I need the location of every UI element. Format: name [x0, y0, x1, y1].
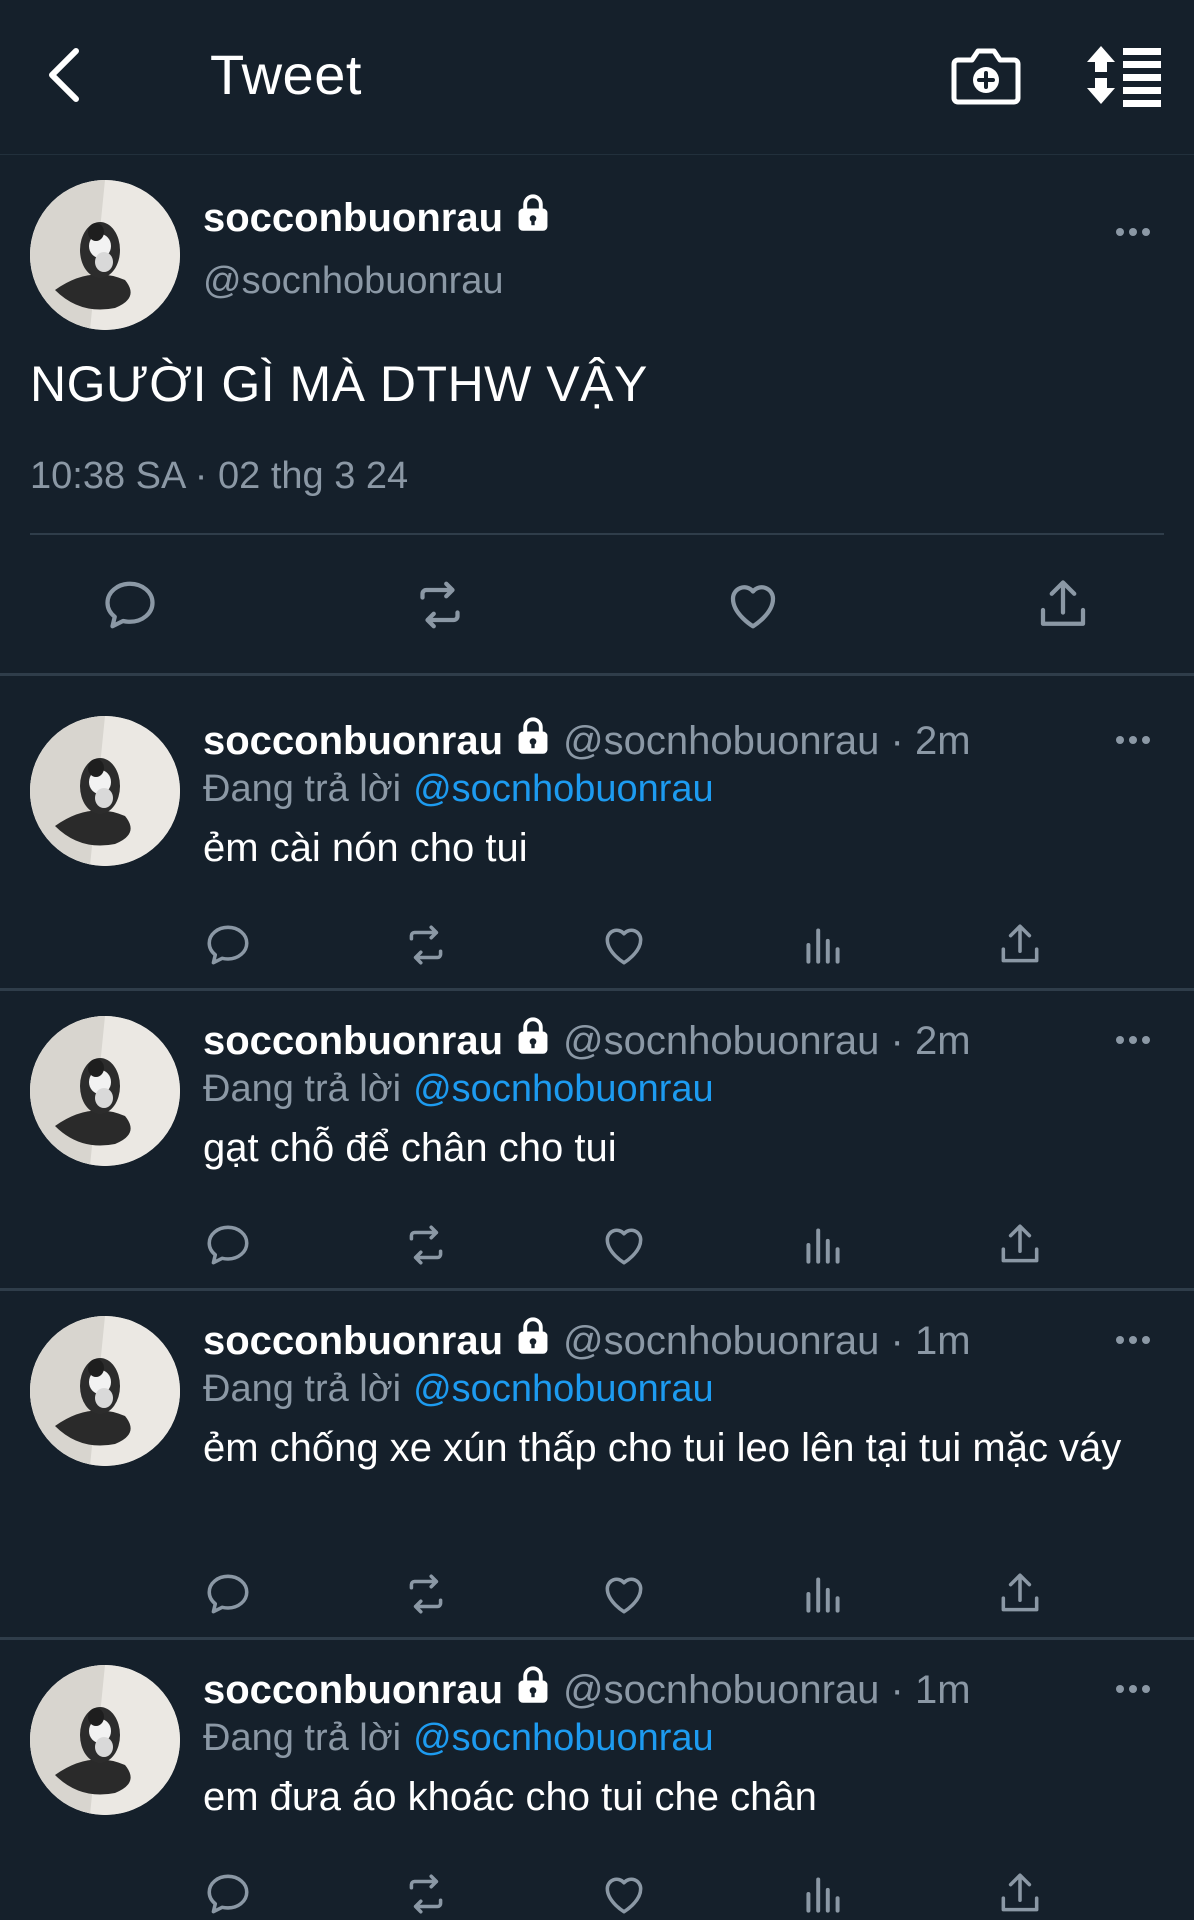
tweet-actions [0, 1869, 1194, 1920]
views-icon[interactable] [798, 1220, 848, 1270]
handle-time: @socnhobuonrau · 2m [563, 719, 971, 763]
like-icon[interactable] [599, 1569, 649, 1619]
lock-icon [513, 1316, 553, 1356]
tweet-actions [0, 920, 1194, 972]
reply-header: socconbuonrau @socnhobuonrau · 2m [203, 1016, 971, 1064]
retweet-icon[interactable] [401, 920, 451, 970]
page-title: Tweet [210, 43, 362, 106]
retweet-icon[interactable] [401, 1220, 451, 1270]
avatar[interactable] [30, 1665, 180, 1815]
reply-icon[interactable] [203, 1569, 253, 1619]
like-icon[interactable] [723, 575, 783, 635]
mention-link[interactable]: @socnhobuonrau [413, 1368, 714, 1410]
reply-header: socconbuonrau @socnhobuonrau · 1m [203, 1316, 971, 1364]
share-icon[interactable] [995, 1869, 1045, 1919]
tweet-author-name[interactable]: socconbuonrau [203, 193, 553, 241]
sort-icon[interactable] [1085, 42, 1165, 108]
replying-to-label: Đang trả lời [203, 768, 402, 810]
avatar[interactable] [30, 1016, 180, 1166]
avatar-image [30, 1316, 180, 1466]
handle-time: @socnhobuonrau · 1m [563, 1668, 971, 1712]
more-icon[interactable] [1113, 733, 1153, 747]
tweet-actions [0, 575, 1194, 645]
reply-text: gạt chỗ để chân cho tui [203, 1126, 617, 1170]
share-icon[interactable] [995, 1569, 1045, 1619]
reply-tweet[interactable]: socconbuonrau @socnhobuonrau · 2m Đang tr… [0, 976, 1194, 1288]
avatar-image [30, 1665, 180, 1815]
display-name[interactable]: socconbuonrau [203, 719, 503, 763]
views-icon[interactable] [798, 920, 848, 970]
display-name: socconbuonrau [203, 196, 504, 240]
avatar-image [30, 180, 180, 330]
reply-text: ẻm cài nón cho tui [203, 826, 528, 870]
lock-icon [513, 193, 553, 233]
reply-header: socconbuonrau @socnhobuonrau · 1m [203, 1665, 971, 1713]
reply-icon[interactable] [203, 1869, 253, 1919]
reply-icon[interactable] [203, 920, 253, 970]
views-icon[interactable] [798, 1569, 848, 1619]
retweet-icon[interactable] [410, 575, 470, 635]
tweet-actions [0, 1220, 1194, 1272]
avatar-image [30, 716, 180, 866]
avatar[interactable] [30, 180, 180, 330]
reply-text: ẻm chống xe xún thấp cho tui leo lên tại… [203, 1426, 1122, 1470]
lock-icon [513, 716, 553, 756]
retweet-icon[interactable] [401, 1869, 451, 1919]
share-icon[interactable] [1033, 575, 1093, 635]
replying-to: Đang trả lời @socnhobuonrau [203, 1068, 714, 1111]
handle-time: @socnhobuonrau · 2m [563, 1019, 971, 1063]
replying-to: Đang trả lời @socnhobuonrau [203, 1717, 714, 1760]
like-icon[interactable] [599, 920, 649, 970]
more-icon[interactable] [1113, 225, 1153, 239]
share-icon[interactable] [995, 1220, 1045, 1270]
like-icon[interactable] [599, 1220, 649, 1270]
avatar[interactable] [30, 716, 180, 866]
reply-text: em đưa áo khoác cho tui che chân [203, 1775, 817, 1819]
reply-icon[interactable] [203, 1220, 253, 1270]
mention-link[interactable]: @socnhobuonrau [413, 768, 714, 810]
reply-icon[interactable] [100, 575, 160, 635]
lock-icon [513, 1016, 553, 1056]
avatar[interactable] [30, 1316, 180, 1466]
tweet-actions [0, 1569, 1194, 1621]
divider [30, 533, 1164, 535]
replying-to: Đang trả lời @socnhobuonrau [203, 768, 714, 811]
reply-tweet[interactable]: socconbuonrau @socnhobuonrau · 1m Đang tr… [0, 1276, 1194, 1636]
camera-add-icon[interactable] [950, 42, 1022, 108]
chevron-left-icon[interactable] [40, 45, 90, 105]
main-tweet: socconbuonrau @socnhobuonrau NGƯỜI GÌ MÀ… [0, 155, 1194, 675]
reply-tweet[interactable]: socconbuonrau @socnhobuonrau · 2m Đang tr… [0, 676, 1194, 988]
display-name[interactable]: socconbuonrau [203, 1319, 503, 1363]
tweet-timestamp[interactable]: 10:38 SA · 02 thg 3 24 [30, 455, 408, 498]
more-icon[interactable] [1113, 1682, 1153, 1696]
reply-header: socconbuonrau @socnhobuonrau · 2m [203, 716, 971, 764]
top-bar: Tweet [0, 0, 1194, 155]
lock-icon [513, 1665, 553, 1705]
mention-link[interactable]: @socnhobuonrau [413, 1717, 714, 1759]
replying-to-label: Đang trả lời [203, 1068, 402, 1110]
like-icon[interactable] [599, 1869, 649, 1919]
share-icon[interactable] [995, 920, 1045, 970]
more-icon[interactable] [1113, 1333, 1153, 1347]
more-icon[interactable] [1113, 1033, 1153, 1047]
tweet-text: NGƯỜI GÌ MÀ DTHW VẬY [30, 356, 648, 412]
reply-tweet[interactable]: socconbuonrau @socnhobuonrau · 1m Đang tr… [0, 1625, 1194, 1920]
mention-link[interactable]: @socnhobuonrau [413, 1068, 714, 1110]
replying-to-label: Đang trả lời [203, 1368, 402, 1410]
avatar-image [30, 1016, 180, 1166]
replying-to-label: Đang trả lời [203, 1717, 402, 1759]
replying-to: Đang trả lời @socnhobuonrau [203, 1368, 714, 1411]
display-name[interactable]: socconbuonrau [203, 1668, 503, 1712]
tweet-author-handle[interactable]: @socnhobuonrau [203, 260, 504, 303]
views-icon[interactable] [798, 1869, 848, 1919]
handle-time: @socnhobuonrau · 1m [563, 1319, 971, 1363]
display-name[interactable]: socconbuonrau [203, 1019, 503, 1063]
retweet-icon[interactable] [401, 1569, 451, 1619]
